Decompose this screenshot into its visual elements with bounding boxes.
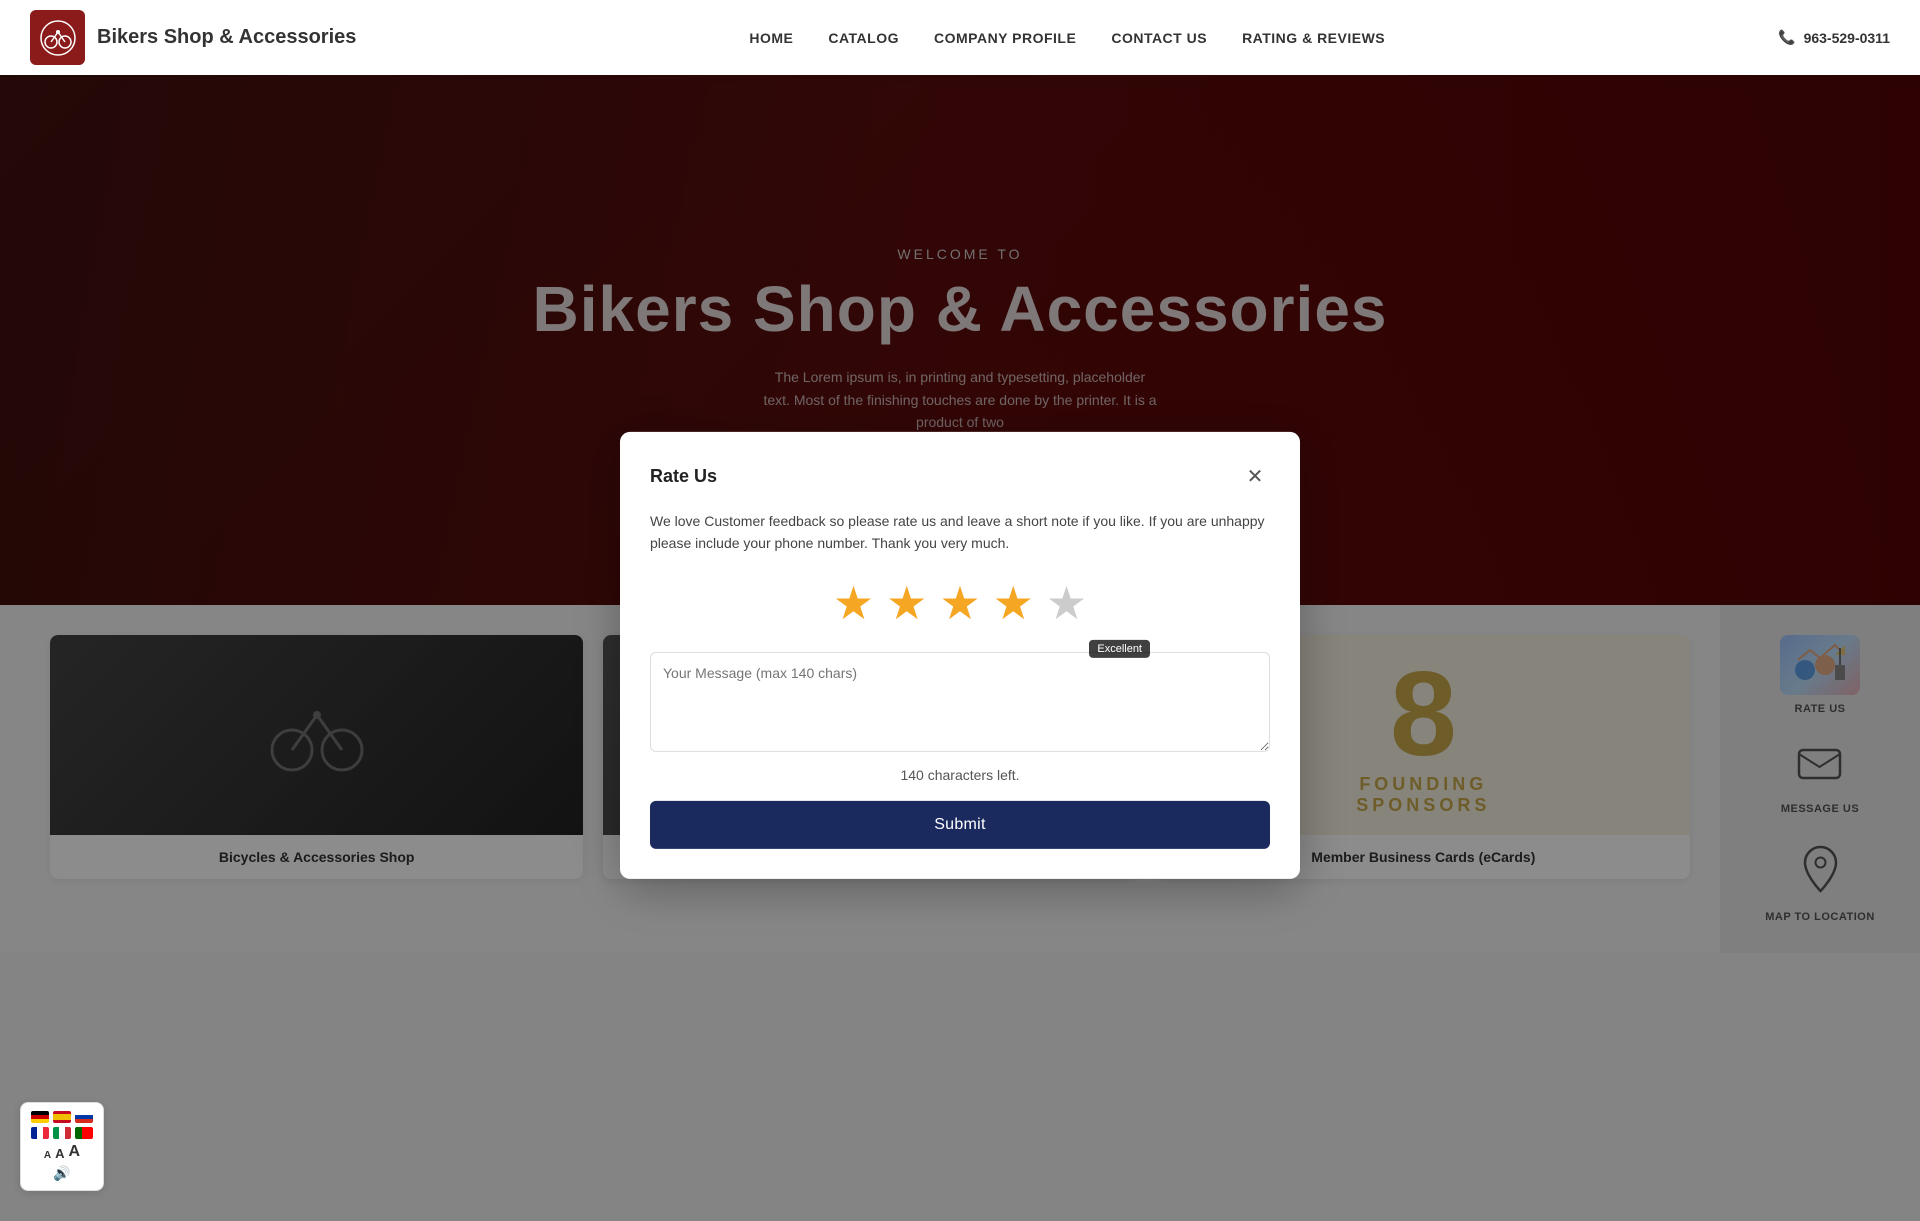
submit-button[interactable]: Submit [650,801,1270,849]
star-2[interactable]: ★ [886,576,927,630]
text-size-medium[interactable]: A [55,1146,64,1161]
nav-contact-us[interactable]: CONTACT US [1111,30,1207,46]
text-size-row: A A A [44,1143,80,1161]
flag-row-2 [31,1127,93,1139]
header-nav: HOME CATALOG COMPANY PROFILE CONTACT US … [749,30,1385,46]
sound-icon[interactable]: 🔊 [53,1165,70,1182]
text-size-large[interactable]: A [69,1143,81,1161]
logo-text: Bikers Shop & Accessories [97,26,356,49]
flag-german[interactable] [31,1111,49,1123]
star-4[interactable]: ★ [993,576,1034,630]
modal-description: We love Customer feedback so please rate… [650,509,1270,554]
nav-rating-reviews[interactable]: RATING & REVIEWS [1242,30,1385,46]
modal-title: Rate Us [650,466,717,487]
flag-french[interactable] [31,1127,49,1139]
flag-russian[interactable] [75,1111,93,1123]
flag-italian[interactable] [53,1127,71,1139]
modal-header: Rate Us ✕ [650,461,1270,491]
header-logo: Bikers Shop & Accessories [30,10,356,65]
text-size-small[interactable]: A [44,1150,51,1161]
nav-home[interactable]: HOME [749,30,793,46]
nav-company-profile[interactable]: COMPANY PROFILE [934,30,1076,46]
char-count: 140 characters left. [650,767,1270,783]
nav-catalog[interactable]: CATALOG [828,30,899,46]
flag-spanish[interactable] [53,1111,71,1123]
phone-icon: 📞 [1778,29,1795,46]
flag-portuguese[interactable] [75,1127,93,1139]
stars-container: ★ ★ ★ ★ ★ Excellent [650,576,1270,630]
accessibility-widget[interactable]: A A A 🔊 [20,1102,104,1191]
message-input[interactable] [650,652,1270,752]
phone-number: 963-529-0311 [1804,30,1890,46]
rate-us-modal: Rate Us ✕ We love Customer feedback so p… [620,431,1300,879]
star-5[interactable]: ★ [1046,576,1087,630]
modal-close-button[interactable]: ✕ [1240,461,1270,491]
phone-info: 📞 963-529-0311 [1778,29,1890,46]
star-1[interactable]: ★ [833,576,874,630]
header: Bikers Shop & Accessories HOME CATALOG C… [0,0,1920,75]
logo-icon [30,10,85,65]
star-3[interactable]: ★ [939,576,980,630]
flag-row [31,1111,93,1123]
